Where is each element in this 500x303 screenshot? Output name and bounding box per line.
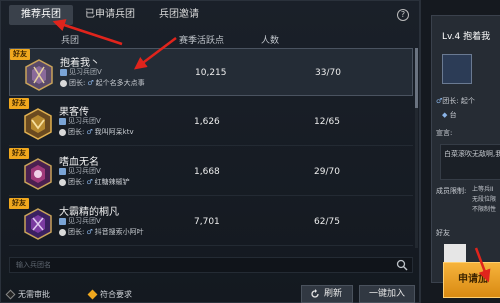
tab-recommended[interactable]: 推荐兵团 xyxy=(9,5,73,25)
team-leader: 团长: ♂ 起个名多大点事 xyxy=(60,78,145,88)
level-icon xyxy=(60,68,67,76)
team-level: 见习兵团V xyxy=(59,116,101,126)
tab-invites[interactable]: 兵团邀请 xyxy=(147,5,211,25)
team-score: 10,215 xyxy=(195,68,227,78)
team-row[interactable]: 好友 果客传 见习兵团V 团长: ♂ 我叫阿呆ktv 1,626 12/65 xyxy=(9,98,413,146)
team-panel: 推荐兵团 已申请兵团 兵团邀请 ? 兵团 赛季活跃点 人数 好友 抱着我丶 见习… xyxy=(0,0,420,303)
team-level: 见习兵团V xyxy=(59,166,101,176)
tab-applied[interactable]: 已申请兵团 xyxy=(73,5,147,25)
team-detail-panel: Lv.4 抱着我 ♂团长: 起个 ◆ 台 宣言: 白菜滚吹无敌啊,我们 成员限制… xyxy=(420,0,500,303)
help-icon[interactable]: ? xyxy=(397,9,409,21)
one-click-join-button[interactable]: 一键加入 xyxy=(359,285,415,303)
scrollbar-thumb[interactable] xyxy=(415,48,418,108)
team-level: 见习兵团V xyxy=(59,216,101,226)
avatar xyxy=(60,79,67,87)
member-limit-label: 成员限制: xyxy=(436,187,467,195)
apply-button[interactable]: 申请加 xyxy=(443,262,500,298)
team-score: 1,626 xyxy=(194,117,220,127)
team-members: 33/70 xyxy=(315,68,341,78)
member-limit-2: 无段位限 xyxy=(472,196,497,203)
team-leader: 团长: ♂ 红糖辣椒铲 xyxy=(59,177,130,187)
team-members: 12/65 xyxy=(314,117,340,127)
refresh-icon xyxy=(311,289,319,298)
declaration-text: 白菜滚吹无敌啊,我们 xyxy=(444,150,500,158)
search-box xyxy=(9,257,413,273)
team-row[interactable]: 好友 嗜血无名 见习兵团V 团长: ♂ 红糖辣椒铲 1,668 29/70 xyxy=(9,148,413,196)
declaration-label: 宣言: xyxy=(436,129,453,137)
footer-bar: 无需审批 符合要求 刷新 一键加入 xyxy=(1,281,421,303)
detail-location: ◆ 台 xyxy=(442,111,457,119)
level-icon xyxy=(59,117,66,125)
diamond-icon xyxy=(5,289,16,300)
search-icon[interactable] xyxy=(396,259,408,271)
search-input[interactable] xyxy=(10,258,390,272)
team-leader: 团长: ♂ 我叫阿呆ktv xyxy=(59,127,134,137)
team-row[interactable]: 好友 大霸精的桐凡 见习兵团V 团长: ♂ 抖音搜索小阿叶 7,701 62/75 xyxy=(9,198,413,246)
team-leader: 团长: ♂ 抖音搜索小阿叶 xyxy=(59,227,144,237)
avatar xyxy=(59,128,66,136)
header-team: 兵团 xyxy=(61,36,80,46)
header-score: 赛季活跃点 xyxy=(179,36,225,46)
team-row[interactable]: 好友 抱着我丶 见习兵团V 团长: ♂ 起个名多大点事 10,215 33/70 xyxy=(9,48,413,96)
team-members: 29/70 xyxy=(314,167,340,177)
detail-card: Lv.4 抱着我 ♂团长: 起个 ◆ 台 宣言: 白菜滚吹无敌啊,我们 成员限制… xyxy=(431,15,500,283)
team-emblem-icon xyxy=(24,158,52,190)
member-limit-1: 上等兵II xyxy=(472,186,494,193)
diamond-icon xyxy=(87,289,98,300)
team-level: 见习兵团V xyxy=(60,67,102,77)
team-members: 62/75 xyxy=(314,217,340,227)
team-score: 1,668 xyxy=(194,167,220,177)
team-list: 好友 抱着我丶 见习兵团V 团长: ♂ 起个名多大点事 10,215 33/70 好… xyxy=(9,48,413,253)
team-emblem-icon xyxy=(24,108,52,140)
detail-title: Lv.4 抱着我 xyxy=(442,32,491,42)
avatar xyxy=(59,178,66,186)
table-header: 兵团 赛季活跃点 人数 xyxy=(9,31,413,47)
team-score: 7,701 xyxy=(194,217,220,227)
member-limit-3: 不限制性 xyxy=(472,206,497,213)
no-review-filter[interactable]: 无需审批 xyxy=(5,289,50,300)
friends-label: 好友 xyxy=(436,229,450,237)
meets-req-filter[interactable]: 符合要求 xyxy=(87,289,132,300)
declaration-box: 白菜滚吹无敌啊,我们 xyxy=(440,144,500,180)
team-avatar xyxy=(442,54,472,84)
level-icon xyxy=(59,167,66,175)
detail-leader: ♂团长: 起个 xyxy=(436,97,475,105)
header-members: 人数 xyxy=(261,36,280,46)
team-emblem-icon xyxy=(25,59,53,91)
level-icon xyxy=(59,217,66,225)
tab-bar: 推荐兵团 已申请兵团 兵团邀请 ? xyxy=(9,5,413,25)
refresh-button[interactable]: 刷新 xyxy=(301,285,353,303)
team-emblem-icon xyxy=(24,208,52,240)
avatar xyxy=(59,228,66,236)
